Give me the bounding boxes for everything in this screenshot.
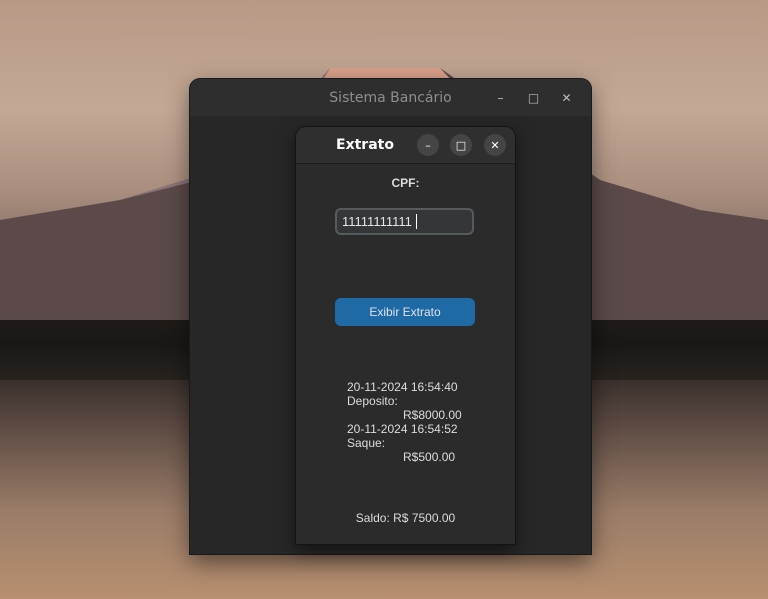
minimize-icon[interactable]: – — [484, 79, 517, 116]
maximize-icon[interactable]: □ — [517, 79, 550, 116]
transaction-amount: R$8000.00 — [403, 408, 462, 422]
main-window-controls: – □ ✕ — [484, 79, 583, 116]
main-window-title: Sistema Bancário — [329, 89, 452, 106]
transaction-datetime: 20-11-2024 16:54:40 — [347, 380, 458, 394]
transaction-type: Deposito: — [347, 394, 398, 408]
main-titlebar[interactable]: Sistema Bancário – □ ✕ — [190, 79, 591, 116]
dialog-titlebar[interactable]: Extrato – □ ✕ — [296, 127, 515, 164]
dialog-title: Extrato — [336, 137, 394, 153]
dialog-body: CPF: Exibir Extrato 20-11-2024 16:54:40 … — [296, 164, 515, 544]
transaction-type: Saque: — [347, 436, 386, 450]
minimize-icon[interactable]: – — [417, 134, 439, 156]
maximize-icon[interactable]: □ — [450, 134, 472, 156]
transaction-datetime: 20-11-2024 16:54:52 — [347, 422, 458, 436]
balance-label: Saldo: R$ 7500.00 — [355, 511, 456, 525]
statement-list: 20-11-2024 16:54:40 Deposito: R$8000.00 … — [347, 380, 497, 464]
close-icon[interactable]: ✕ — [550, 79, 583, 116]
transaction-amount: R$500.00 — [403, 450, 456, 464]
text-caret — [416, 214, 417, 229]
cpf-label: CPF: — [391, 176, 420, 190]
show-statement-button[interactable]: Exibir Extrato — [335, 298, 475, 326]
cpf-input[interactable] — [335, 208, 474, 235]
statement-dialog: Extrato – □ ✕ CPF: Exibir Extrato 20-11-… — [296, 127, 515, 544]
close-icon[interactable]: ✕ — [484, 134, 506, 156]
